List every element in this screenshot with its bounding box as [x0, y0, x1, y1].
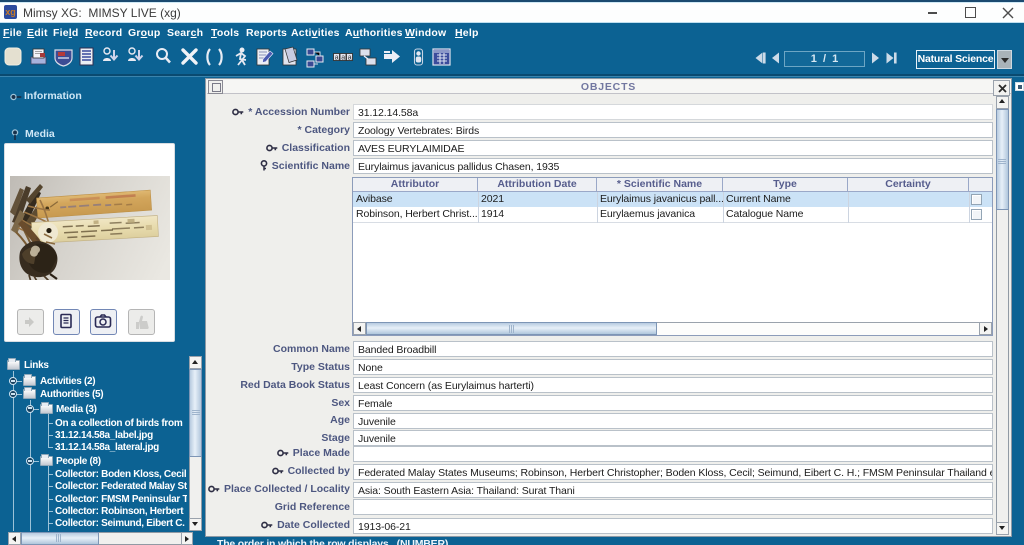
- svg-text:a: a: [348, 55, 352, 62]
- svg-text:a: a: [341, 55, 345, 62]
- svg-text:a: a: [335, 55, 339, 62]
